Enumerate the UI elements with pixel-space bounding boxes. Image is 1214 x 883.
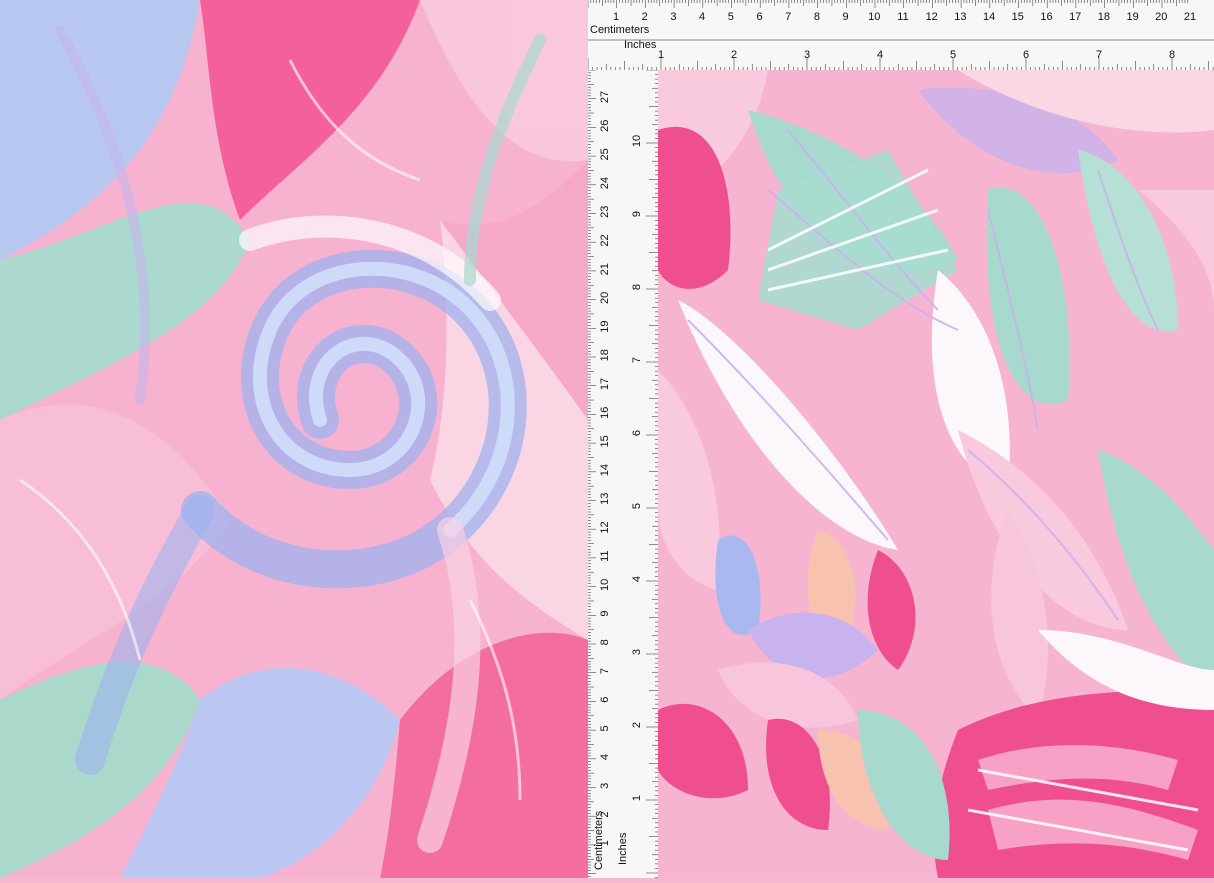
cm-tick-label: 2	[642, 11, 648, 23]
cm-tick-label-vertical: 27	[599, 91, 611, 103]
cm-tick-label-vertical: 6	[599, 697, 611, 703]
cm-tick-label: 14	[983, 11, 995, 23]
cm-tick-label-vertical: 25	[599, 148, 611, 160]
cm-tick-label-vertical: 9	[599, 611, 611, 617]
cm-tick-label-vertical: 19	[599, 320, 611, 332]
cm-tick-label-vertical: 3	[599, 783, 611, 789]
cm-tick-label-vertical: 26	[599, 120, 611, 132]
cm-tick-label-vertical: 23	[599, 206, 611, 218]
cm-tick-label-vertical: 15	[599, 435, 611, 447]
cm-tick-label: 19	[1126, 11, 1138, 23]
inch-tick-label-vertical: 4	[631, 576, 643, 582]
cm-tick-label: 16	[1040, 11, 1052, 23]
cm-tick-label-vertical: 20	[599, 292, 611, 304]
inch-tick-label-vertical: 5	[631, 503, 643, 509]
cm-tick-label: 10	[868, 11, 880, 23]
cm-tick-label: 4	[699, 11, 705, 23]
top-ruler: 1 2 3 4 5 6 7 8 9 10 11 12 13 14 15 16 17 18 19 20 21 Centim…	[587, 0, 1214, 71]
centimeters-label: Centimeters	[590, 24, 650, 36]
centimeters-label-vertical: Centimeters	[593, 810, 605, 870]
inches-label-vertical: Inches	[617, 832, 629, 865]
cm-tick-label-vertical: 5	[599, 725, 611, 731]
inch-tick-label-vertical: 7	[631, 357, 643, 363]
cm-tick-label-vertical: 14	[599, 464, 611, 476]
cm-scale-top: 1 2 3 4 5 6 7 8 9 10 11 12 13 14 15 16 17 18 19 20 21	[587, 0, 1196, 23]
fabric-flat-print	[658, 70, 1214, 878]
cm-tick-label: 6	[756, 11, 762, 23]
cm-tick-label-vertical: 4	[599, 754, 611, 760]
inch-tick-label-vertical: 8	[631, 284, 643, 290]
cm-tick-label-vertical: 13	[599, 493, 611, 505]
inch-tick-label-vertical: 9	[631, 211, 643, 217]
cm-tick-label: 3	[670, 11, 676, 23]
cm-tick-label: 7	[785, 11, 791, 23]
cm-tick-label-vertical: 11	[599, 550, 611, 561]
cm-tick-label-vertical: 7	[599, 668, 611, 674]
cm-tick-label-vertical: 10	[599, 579, 611, 591]
inch-tick-label-vertical: 3	[631, 649, 643, 655]
cm-tick-label: 5	[728, 11, 734, 23]
cm-tick-label: 8	[814, 11, 820, 23]
inch-tick-label-vertical: 2	[631, 722, 643, 728]
cm-tick-label-vertical: 22	[599, 234, 611, 246]
cm-tick-label: 11	[897, 11, 908, 23]
fabric-swirl-photo	[0, 0, 588, 878]
inch-tick-label-vertical: 1	[631, 795, 643, 801]
cm-tick-label-vertical: 12	[599, 521, 611, 533]
cm-tick-label: 20	[1155, 11, 1167, 23]
cm-tick-label: 15	[1012, 11, 1024, 23]
cm-tick-label: 1	[613, 11, 619, 23]
inches-label: Inches	[624, 39, 657, 51]
cm-scale-left: 27 26 25 24 23 22 21 20 19 18 17 16 15 14 13 12 11 10 9 8 7 6…	[588, 69, 611, 877]
cm-tick-label-vertical: 21	[599, 263, 611, 275]
cm-tick-label-vertical: 18	[599, 349, 611, 361]
inch-tick-label-vertical: 10	[631, 135, 643, 147]
inch-tick-label-vertical: 6	[631, 430, 643, 436]
cm-tick-label: 13	[954, 11, 966, 23]
cm-tick-label: 17	[1069, 11, 1081, 23]
cm-tick-label: 21	[1184, 11, 1196, 23]
cm-tick-label-vertical: 8	[599, 639, 611, 645]
cm-tick-label: 9	[843, 11, 849, 23]
cm-tick-label: 12	[926, 11, 938, 23]
inch-scale-top: 12345678	[587, 49, 1214, 70]
cm-tick-label-vertical: 17	[599, 378, 611, 390]
cm-tick-label: 18	[1098, 11, 1110, 23]
cm-tick-label-vertical: 16	[599, 407, 611, 419]
cm-tick-label-vertical: 24	[599, 177, 611, 189]
left-ruler: 27 26 25 24 23 22 21 20 19 18 17 16 15 14 13 12 11 10 9 8 7 6…	[588, 69, 659, 878]
inch-scale-left: 10 9 8 7 6 5 4 3 2 1	[631, 69, 658, 878]
